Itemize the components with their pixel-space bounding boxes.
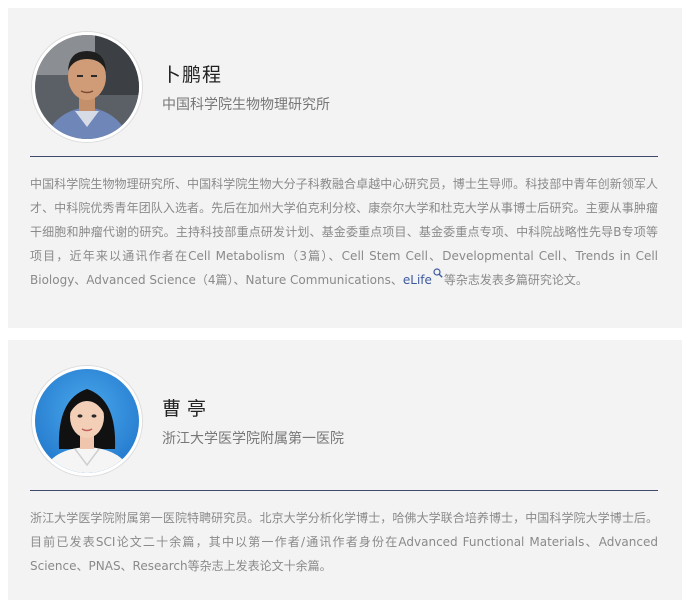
affiliation: 浙江大学医学院附属第一医院 [162, 431, 344, 447]
profile-card-2: 曹亭 浙江大学医学院附属第一医院 浙江大学医学院附属第一医院特聘研究员。北京大学… [8, 340, 682, 600]
person-name: 卜鹏程 [162, 64, 223, 86]
person-name: 曹亭 [162, 398, 213, 420]
portrait-photo [35, 369, 139, 473]
avatar [32, 32, 142, 142]
divider [30, 156, 658, 157]
portrait-photo [35, 35, 139, 139]
divider [30, 490, 658, 491]
avatar [32, 366, 142, 476]
bio-text: 浙江大学医学院附属第一医院特聘研究员。北京大学分析化学博士，哈佛大学联合培养博士… [30, 511, 658, 573]
affiliation: 中国科学院生物物理研究所 [162, 97, 330, 113]
bio-text-main: 中国科学院生物物理研究所、中国科学院生物大分子科教融合卓越中心研究员，博士生导师… [30, 177, 658, 287]
elife-link[interactable]: eLife [403, 273, 432, 287]
bio-text: 中国科学院生物物理研究所、中国科学院生物大分子科教融合卓越中心研究员，博士生导师… [30, 172, 658, 292]
bio-text-end: 等杂志发表多篇研究论文。 [443, 273, 588, 287]
profile-card-1: 卜鹏程 中国科学院生物物理研究所 中国科学院生物物理研究所、中国科学院生物大分子… [8, 8, 682, 328]
search-icon[interactable] [433, 268, 443, 278]
